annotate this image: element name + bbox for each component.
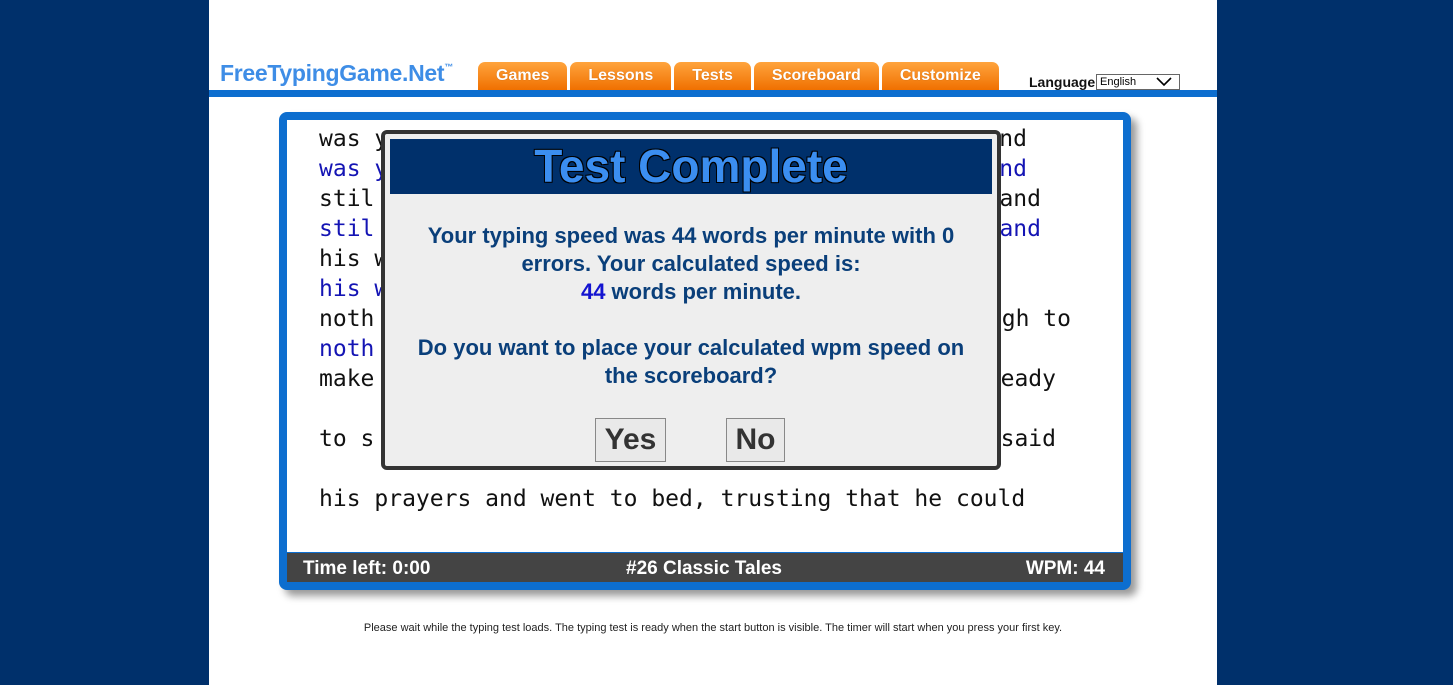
dialog-title: Test Complete [534, 140, 848, 192]
typing-line: to s [319, 426, 375, 452]
time-left: Time left: 0:00 [303, 558, 431, 579]
logo-trademark: ™ [444, 62, 453, 72]
result-line-1: Your typing speed was 44 words per minut… [427, 223, 955, 248]
chevron-down-icon [1156, 77, 1172, 87]
calculated-speed: 44 words per minute. [385, 278, 997, 306]
tab-lessons[interactable]: Lessons [570, 62, 672, 90]
typing-line: his w [319, 246, 389, 272]
typing-line-end: eady [1000, 366, 1056, 392]
status-bar: Time left: 0:00 #26 Classic Tales WPM: 4… [287, 553, 1123, 582]
result-line-2: errors. Your calculated speed is: [521, 251, 861, 276]
test-name: #26 Classic Tales [626, 558, 782, 579]
site-logo[interactable]: FreeTypingGame.Net™ [220, 60, 453, 87]
typing-line: stil [319, 186, 375, 212]
wpm-readout: WPM: 44 [1025, 558, 1105, 579]
typing-line: noth [319, 336, 375, 362]
typing-line-end: and [999, 216, 1041, 242]
typing-line: was y [319, 126, 389, 152]
tab-games[interactable]: Games [478, 62, 568, 90]
typing-line: noth [319, 306, 375, 332]
typing-line: his w [319, 276, 389, 302]
scoreboard-question-1: Do you want to place your calculated wpm… [417, 335, 965, 360]
calculated-wpm-value: 44 [580, 279, 606, 304]
main-nav: Games Lessons Tests Scoreboard Customize [478, 62, 999, 90]
loading-note: Please wait while the typing test loads.… [363, 622, 1063, 634]
typing-line-end: nd [999, 126, 1027, 152]
logo-text: FreeTypingGame.Net [220, 60, 445, 86]
typing-line-end: gh to [1001, 306, 1071, 332]
typing-line: was y [319, 156, 389, 182]
typing-line-end: and [999, 186, 1041, 212]
typing-line-end: said [1000, 426, 1056, 452]
typing-line: stil [319, 216, 375, 242]
page: FreeTypingGame.Net™ Games Lessons Tests … [209, 0, 1217, 685]
calculated-wpm-suffix: words per minute. [605, 279, 802, 304]
typing-line-end: nd [999, 156, 1027, 182]
dialog-body: Your typing speed was 44 words per minut… [385, 222, 997, 390]
scoreboard-question-2: the scoreboard? [604, 363, 778, 388]
tab-tests[interactable]: Tests [674, 62, 751, 90]
language-select[interactable]: English [1096, 74, 1180, 90]
tab-scoreboard[interactable]: Scoreboard [753, 62, 879, 90]
typing-line: make [319, 366, 375, 392]
header-divider [209, 90, 1217, 97]
typing-line: his prayers and went to bed, trusting th… [319, 486, 1026, 512]
yes-button[interactable]: Yes [595, 418, 666, 462]
language-label: Language [1029, 74, 1096, 90]
dialog-header: Test Complete [390, 139, 992, 194]
tab-customize[interactable]: Customize [881, 62, 999, 90]
test-complete-dialog: Test Complete Your typing speed was 44 w… [381, 130, 1001, 470]
language-selected-value: English [1100, 76, 1137, 88]
no-button[interactable]: No [726, 418, 785, 462]
